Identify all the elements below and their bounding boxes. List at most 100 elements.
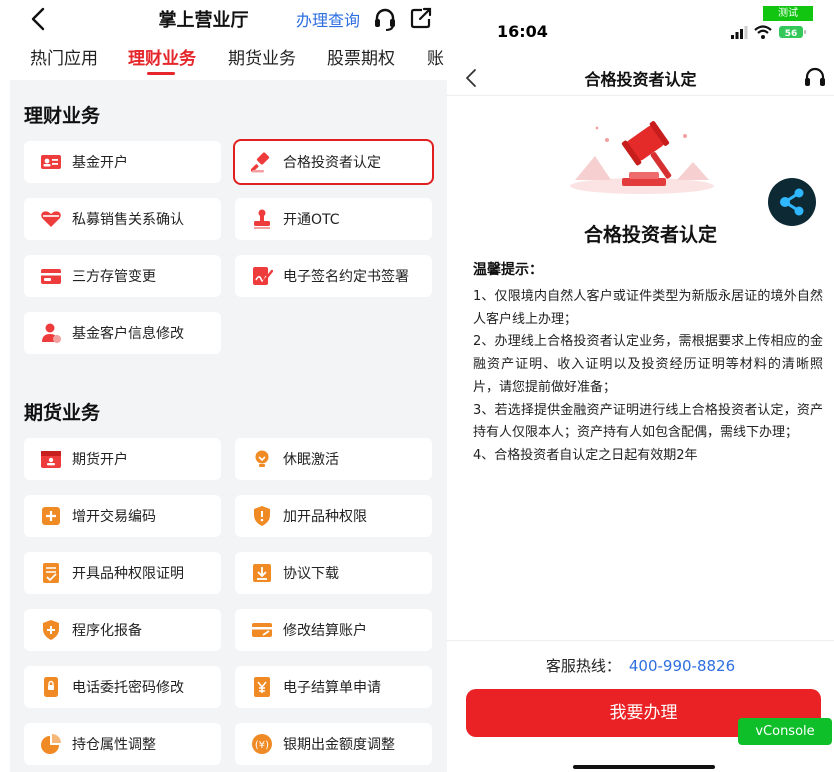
battery-icon: 56 xyxy=(779,26,806,39)
floating-assistant-button[interactable] xyxy=(768,178,816,226)
left-app-screen: 掌上营业厅 办理查询 热门应用 理财业务 期货业务 股票期权 账 理财业务 基金… xyxy=(0,0,447,772)
tip-item: 4、合格投资者自认定之日起有效期2年 xyxy=(473,447,698,463)
shield-icon xyxy=(254,506,270,526)
tile-qualified-investor[interactable]: 合格投资者认定 xyxy=(235,141,432,183)
query-link[interactable]: 办理查询 xyxy=(296,7,360,31)
yen-circle-icon: (¥) xyxy=(252,734,272,754)
tile-withdrawal-limit-adjust[interactable]: (¥) 银期出金额度调整 xyxy=(235,723,432,765)
download-icon xyxy=(253,564,271,582)
tile-futures-account[interactable]: 期货开户 xyxy=(24,438,221,480)
hotline-number[interactable]: 400-990-8826 xyxy=(629,657,735,675)
stamp-icon xyxy=(254,209,270,229)
tile-phone-password-edit[interactable]: 电话委托密码修改 xyxy=(24,666,221,708)
tile-fund-account[interactable]: 基金开户 xyxy=(24,141,221,183)
shield-plus-icon xyxy=(43,620,59,640)
tile-label: 合格投资者认定 xyxy=(283,155,381,171)
tip-item: 3、若选择提供金融资产证明进行线上合格投资者认定，资产持有人仅限本人；资产持有人… xyxy=(473,402,823,441)
wifi-icon xyxy=(754,25,772,39)
tips-title: 温馨提示： xyxy=(473,262,543,278)
svg-text:(¥): (¥) xyxy=(255,740,269,751)
tab-futures[interactable]: 期货业务 xyxy=(228,44,296,69)
page-heading: 合格投资者认定 xyxy=(583,224,717,246)
tab-wealth[interactable]: 理财业务 xyxy=(128,44,196,69)
tile-custody-change[interactable]: 三方存管变更 xyxy=(24,255,221,297)
tile-label: 休眠激活 xyxy=(283,452,339,468)
gavel-illustration xyxy=(570,121,714,194)
gavel-icon xyxy=(251,152,270,173)
tile-label: 开通OTC xyxy=(283,212,340,228)
tile-agreement-download[interactable]: 协议下载 xyxy=(235,552,432,594)
tile-label: 增开交易编码 xyxy=(72,509,156,525)
tile-private-sales-confirm[interactable]: 私募销售关系确认 xyxy=(24,198,221,240)
category-tabs: 热门应用 理财业务 期货业务 股票期权 账 xyxy=(0,40,447,76)
hotline: 客服热线： 400-990-8826 xyxy=(447,655,834,676)
tile-permission-certificate[interactable]: 开具品种权限证明 xyxy=(24,552,221,594)
home-indicator xyxy=(573,765,715,769)
bulb-icon xyxy=(255,450,269,467)
tile-label: 修改结算账户 xyxy=(283,623,367,639)
pie-icon xyxy=(41,734,61,754)
tab-stock-options[interactable]: 股票期权 xyxy=(327,44,395,69)
status-icons: 56 xyxy=(731,25,806,39)
certificate-icon xyxy=(43,563,59,583)
heart-icon xyxy=(41,211,61,227)
tile-label: 电子签名约定书签署 xyxy=(283,269,409,285)
tile-label: 加开品种权限 xyxy=(283,509,367,525)
test-badge: 测试 xyxy=(763,6,813,21)
section-title-futures: 期货业务 xyxy=(24,402,101,424)
id-card-icon xyxy=(41,155,61,169)
tile-add-trading-code[interactable]: 增开交易编码 xyxy=(24,495,221,537)
bottom-bar: 客服热线： 400-990-8826 我要办理 vConsole xyxy=(447,640,834,772)
headset-icon[interactable] xyxy=(372,6,398,32)
tile-label: 私募销售关系确认 xyxy=(72,212,184,228)
tab-account-truncated[interactable]: 账 xyxy=(427,44,444,69)
user-edit-icon xyxy=(42,323,61,343)
tile-dormant-activation[interactable]: 休眠激活 xyxy=(235,438,432,480)
tile-label: 三方存管变更 xyxy=(72,269,156,285)
tile-label: 协议下载 xyxy=(283,566,339,582)
tile-open-otc[interactable]: 开通OTC xyxy=(235,198,432,240)
tile-label: 电话委托密码修改 xyxy=(72,680,184,696)
tab-hot-apps[interactable]: 热门应用 xyxy=(30,44,98,69)
tip-item: 1、仅限境内自然人客户或证件类型为新版永居证的境外自然人客户线上办理； xyxy=(473,289,823,327)
tile-label: 程序化报备 xyxy=(72,623,142,639)
tile-program-trading-filing[interactable]: 程序化报备 xyxy=(24,609,221,651)
status-time: 16:04 xyxy=(497,22,548,41)
nav-title: 合格投资者认定 xyxy=(584,70,697,89)
detail-screen: 16:04 测试 56 合格投资者认定 合格投资者认定 温馨提示： 1、仅限境内… xyxy=(447,0,834,772)
tile-e-statement-apply[interactable]: 电子结算单申请 xyxy=(235,666,432,708)
tile-label: 开具品种权限证明 xyxy=(72,566,184,582)
section-title-wealth: 理财业务 xyxy=(24,105,101,127)
tile-settlement-account-edit[interactable]: 修改结算账户 xyxy=(235,609,432,651)
tile-e-signature[interactable]: 电子签名约定书签署 xyxy=(235,255,432,297)
top-bar: 掌上营业厅 办理查询 xyxy=(0,0,447,38)
share-icon[interactable] xyxy=(408,5,434,31)
yen-doc-icon xyxy=(254,677,270,697)
tile-position-attr-adjust[interactable]: 持仓属性调整 xyxy=(24,723,221,765)
phone-lock-icon xyxy=(44,677,58,697)
vconsole-button[interactable]: vConsole xyxy=(738,718,832,745)
tile-label: 电子结算单申请 xyxy=(283,680,381,696)
e-sign-icon xyxy=(253,267,273,285)
card-edit-icon xyxy=(252,623,272,637)
tip-item: 2、办理线上合格投资者认定业务，需根据要求上传相应的金融资产证明、收入证明以及投… xyxy=(473,334,823,395)
active-tab-indicator xyxy=(147,72,175,75)
bank-card-icon xyxy=(41,269,61,284)
tile-label: 银期出金额度调整 xyxy=(283,737,395,753)
calendar-icon xyxy=(41,451,61,468)
share-nodes-icon xyxy=(780,188,804,216)
tile-label: 期货开户 xyxy=(72,452,128,468)
svg-text:56: 56 xyxy=(785,29,798,39)
headset-icon[interactable] xyxy=(803,66,827,90)
tile-label: 基金开户 xyxy=(72,155,128,171)
signal-icon xyxy=(731,26,748,39)
tips-list: 1、仅限境内自然人客户或证件类型为新版永居证的境外自然人客户线上办理； 2、办理… xyxy=(473,286,823,468)
tile-label: 持仓属性调整 xyxy=(72,737,156,753)
service-list: 理财业务 基金开户 合格投资者认定 私募销售关系确认 开通OTC 三方存管变更 … xyxy=(10,80,447,772)
tile-label: 基金客户信息修改 xyxy=(72,326,184,342)
tile-fund-info-edit[interactable]: 基金客户信息修改 xyxy=(24,312,221,354)
plus-icon xyxy=(42,507,60,525)
hotline-label: 客服热线： xyxy=(545,657,621,675)
nav-bar: 合格投资者认定 xyxy=(447,60,834,96)
tile-add-variety-permission[interactable]: 加开品种权限 xyxy=(235,495,432,537)
